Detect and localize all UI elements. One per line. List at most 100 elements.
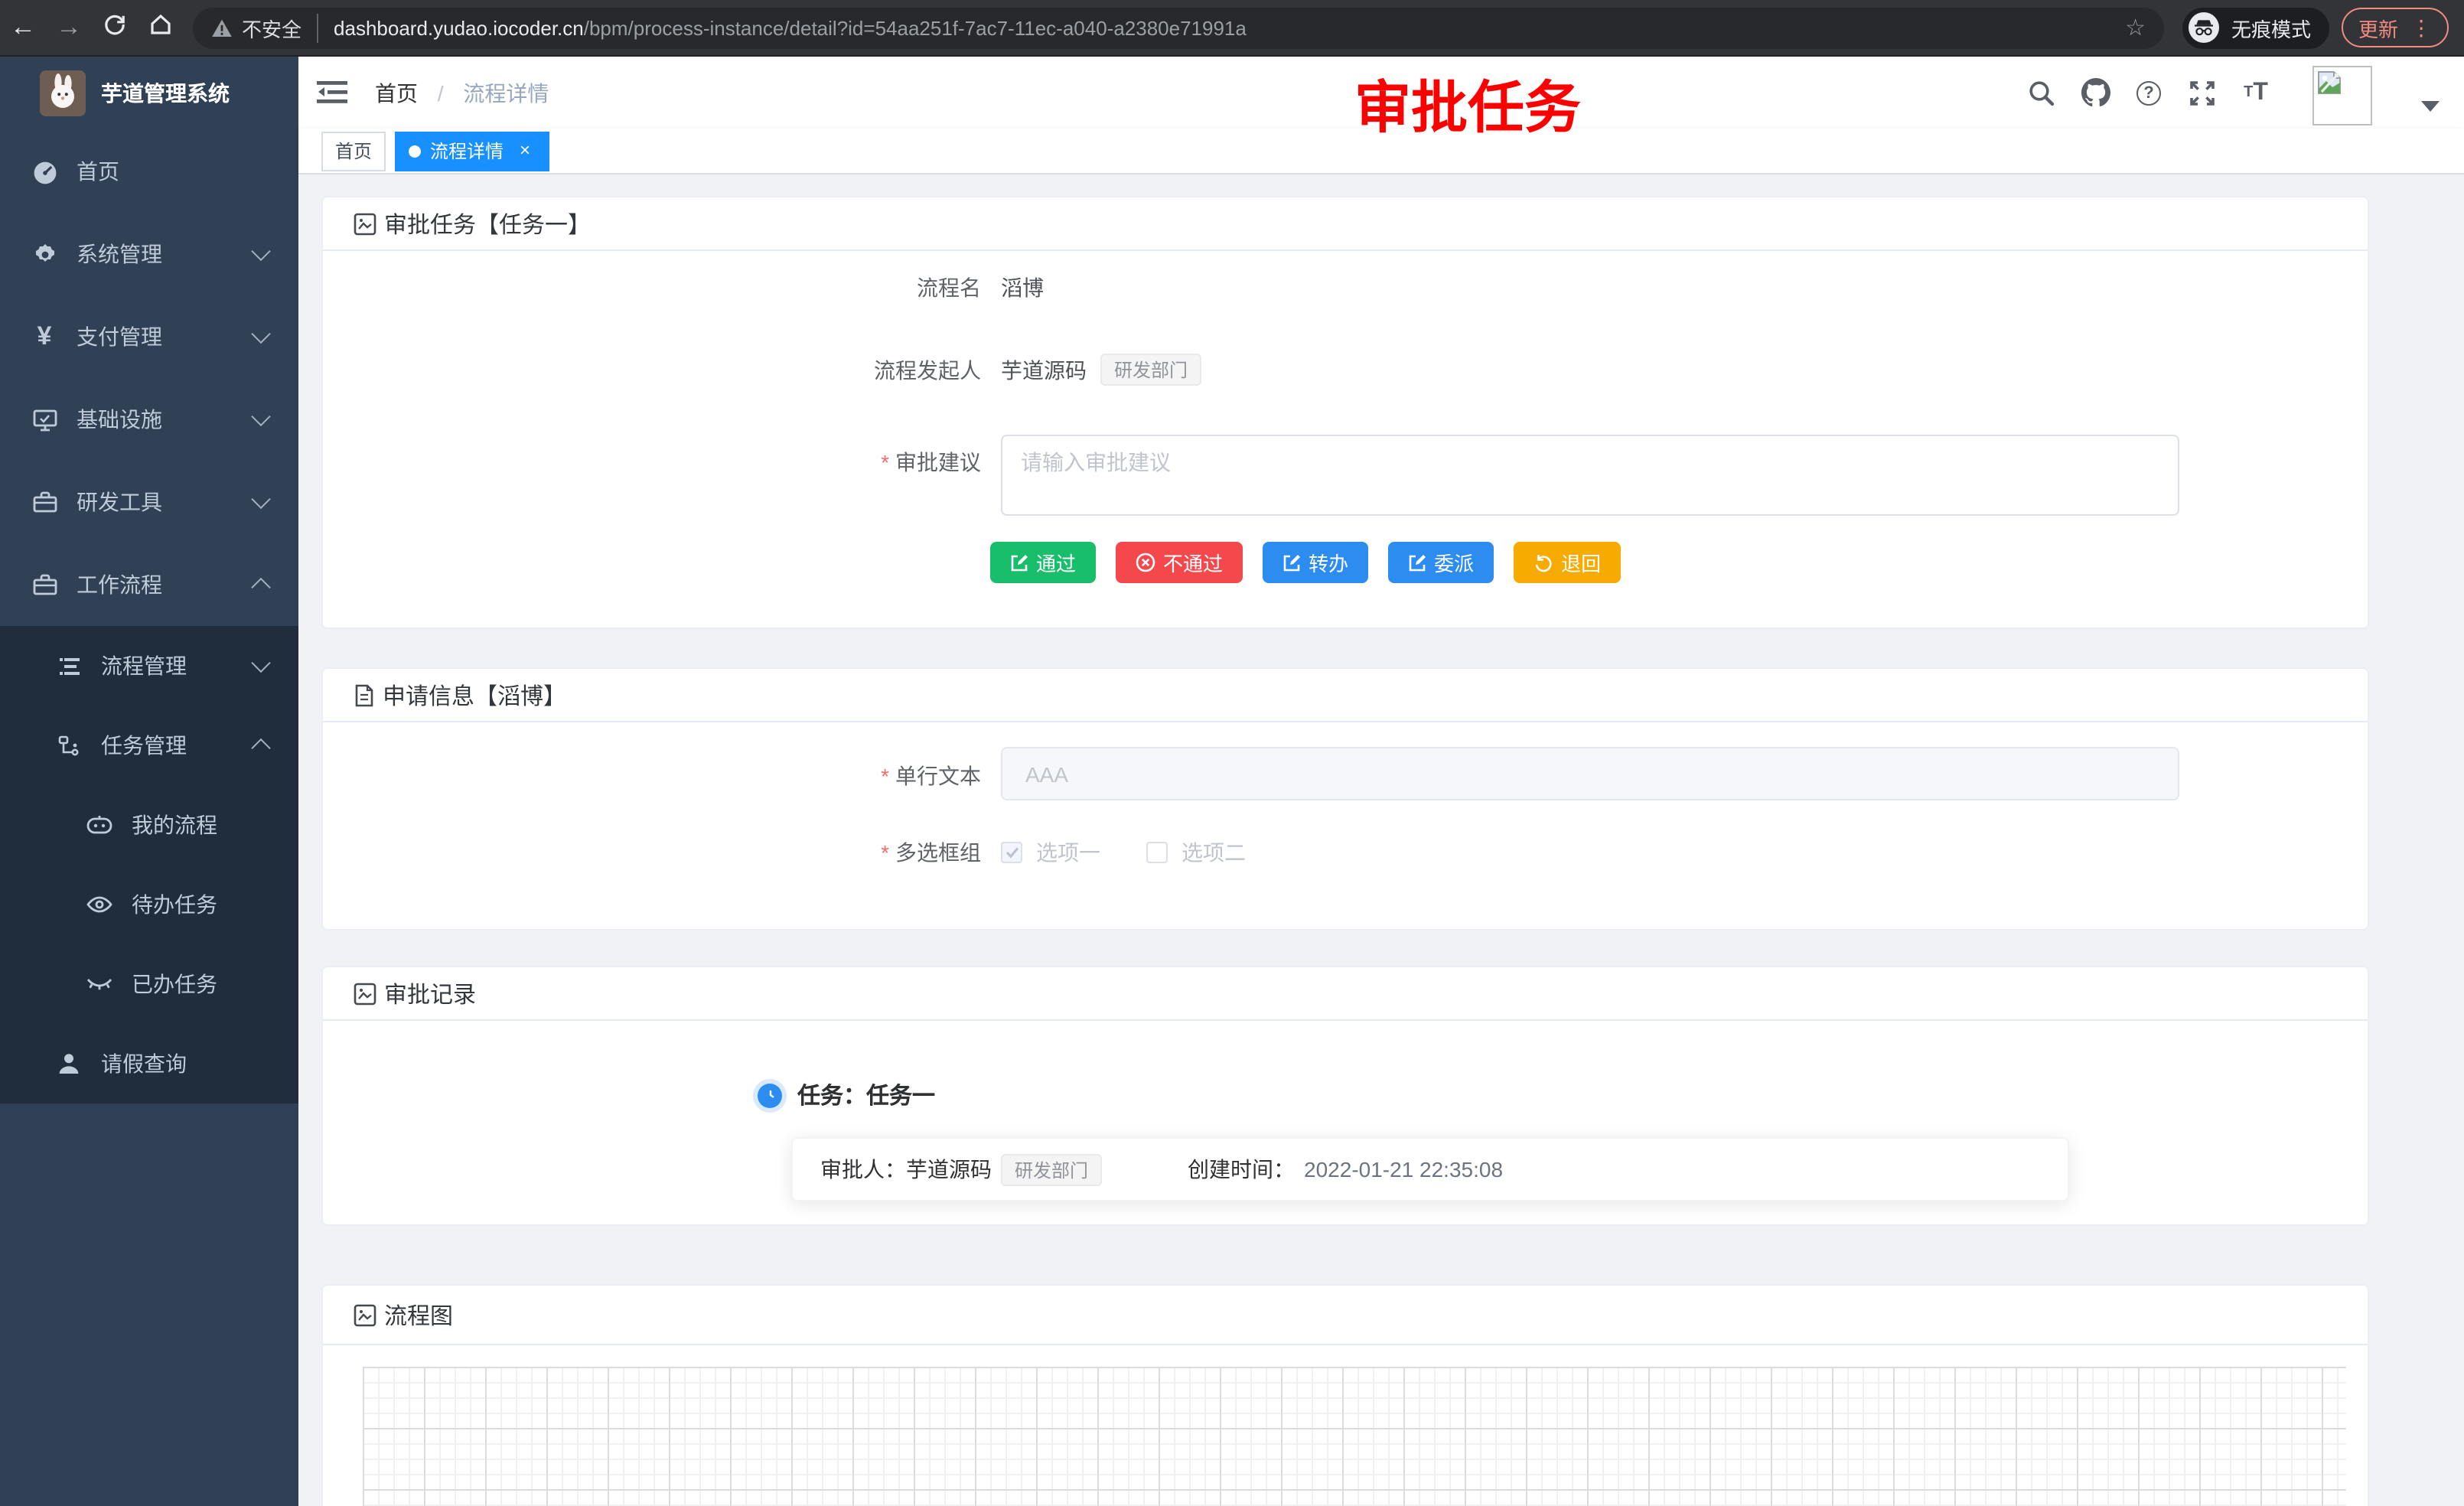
card-header: 流程图 xyxy=(323,1286,2368,1345)
checkbox-option-2[interactable]: 选项二 xyxy=(1146,837,1246,868)
workflow-submenu: 流程管理 任务管理 我的流程 待办任务 xyxy=(0,626,298,1103)
chevron-down-icon xyxy=(251,324,270,344)
sidebar-item-process-mgmt[interactable]: 流程管理 xyxy=(0,626,298,706)
assignee-label: 审批人： xyxy=(820,1154,906,1185)
sidebar-item-task-mgmt[interactable]: 任务管理 xyxy=(0,706,298,785)
page-content: 审批任务【任务一】 流程名 滔博 流程发起人 芋道源码 研发部门 *审批建议 xyxy=(298,174,2464,1506)
sidebar-item-workflow[interactable]: 工作流程 xyxy=(0,543,298,626)
assignee-value: 芋道源码 xyxy=(906,1154,992,1185)
undo-icon xyxy=(1533,553,1553,572)
home-icon[interactable] xyxy=(138,11,184,44)
tab-close-icon[interactable]: × xyxy=(514,140,536,161)
reject-button[interactable]: 不通过 xyxy=(1116,542,1243,583)
sidebar-logo-row[interactable]: 芋道管理系统 xyxy=(0,57,298,130)
approve-button[interactable]: 通过 xyxy=(990,542,1096,583)
sidebar-item-label: 流程管理 xyxy=(101,650,187,681)
sidebar-item-label: 待办任务 xyxy=(132,889,217,920)
chevron-down-icon xyxy=(251,654,270,673)
card-title: 申请信息【滔博】 xyxy=(383,679,566,711)
breadcrumb: 首页 / 流程详情 xyxy=(375,77,549,108)
checkbox-label: 选项一 xyxy=(1036,837,1100,868)
sidebar-item-infra[interactable]: 基础设施 xyxy=(0,378,298,461)
sidebar-item-payment[interactable]: ¥ 支付管理 xyxy=(0,295,298,378)
search-icon[interactable] xyxy=(2026,77,2057,108)
github-icon[interactable] xyxy=(2080,77,2110,108)
checkbox-label: 选项二 xyxy=(1181,837,1246,868)
edit-icon xyxy=(1408,553,1426,572)
button-label: 转办 xyxy=(1309,548,1348,577)
sidebar-item-label: 系统管理 xyxy=(77,239,162,269)
edit-icon xyxy=(1283,553,1301,572)
dashboard-icon xyxy=(31,158,58,185)
picture-icon xyxy=(354,982,376,1005)
forward-icon[interactable]: → xyxy=(46,12,92,43)
chevron-down-icon xyxy=(251,242,270,261)
app-header: 首页 / 流程详情 审批任务 ? TT xyxy=(298,57,2464,129)
avatar-caret-icon[interactable] xyxy=(2421,101,2440,112)
transfer-button[interactable]: 转办 xyxy=(1263,542,1368,583)
sidebar-item-leave-query[interactable]: 请假查询 xyxy=(0,1024,298,1103)
address-bar[interactable]: 不安全 dashboard.yudao.iocoder.cn/bpm/proce… xyxy=(193,7,2164,48)
update-label: 更新 xyxy=(2358,13,2398,42)
checkbox-group-label: 多选框组 xyxy=(895,840,981,865)
app-title: 芋道管理系统 xyxy=(101,78,230,109)
reload-icon[interactable] xyxy=(92,11,138,44)
sidebar-item-label: 基础设施 xyxy=(77,404,162,435)
suggestion-label: 审批建议 xyxy=(895,450,981,474)
tab-process-detail[interactable]: 流程详情 × xyxy=(395,131,549,171)
picture-icon xyxy=(354,212,376,235)
bpmn-canvas[interactable] xyxy=(363,1367,2346,1506)
back-icon[interactable]: ← xyxy=(0,12,46,43)
process-name-value: 滔博 xyxy=(1001,272,1044,303)
card-header: 申请信息【滔博】 xyxy=(323,669,2368,722)
sidebar-fold-icon[interactable] xyxy=(317,80,347,106)
update-button[interactable]: 更新 ⋮ xyxy=(2342,8,2449,47)
annotation-text: 审批任务 xyxy=(1354,61,1581,144)
required-asterisk: * xyxy=(881,450,889,474)
url-path: /bpm/process-instance/detail?id=54aa251f… xyxy=(584,16,1247,39)
page: ← → 不安全 dashboard.yudao.iocoder.cn/bpm/p… xyxy=(0,0,2464,1506)
broken-image-icon xyxy=(2317,70,2342,95)
help-icon[interactable]: ? xyxy=(2133,77,2164,108)
button-label: 通过 xyxy=(1036,548,1076,577)
sidebar-item-label: 请假查询 xyxy=(101,1048,187,1079)
checkbox-checked-icon xyxy=(1001,842,1022,863)
assignee-dept-tag: 研发部门 xyxy=(1001,1153,1102,1185)
delegate-button[interactable]: 委派 xyxy=(1388,542,1494,583)
suggestion-label-wrap: *审批建议 xyxy=(323,435,981,478)
avatar[interactable] xyxy=(2312,66,2372,126)
sidebar-item-label: 首页 xyxy=(77,156,119,187)
browser-menu-icon[interactable]: ⋮ xyxy=(2410,15,2432,41)
sidebar-item-label: 已办任务 xyxy=(132,969,217,999)
font-size-icon[interactable]: TT xyxy=(2241,77,2271,108)
fullscreen-icon[interactable] xyxy=(2187,77,2218,108)
tab-home[interactable]: 首页 xyxy=(321,131,386,171)
monitor-icon xyxy=(31,406,58,433)
gear-icon xyxy=(31,240,58,268)
active-tab-dot xyxy=(409,145,421,157)
task-title: 任务：任务一 xyxy=(797,1079,935,1111)
approval-task-card: 审批任务【任务一】 流程名 滔博 流程发起人 芋道源码 研发部门 *审批建议 xyxy=(321,196,2369,629)
checkbox-option-1[interactable]: 选项一 xyxy=(1001,837,1100,868)
url-domain: dashboard.yudao.iocoder.cn xyxy=(334,16,584,39)
sidebar: 芋道管理系统 首页 系统管理 ¥ 支付管理 基础设施 xyxy=(0,57,298,1506)
bookmark-star-icon[interactable]: ☆ xyxy=(2125,14,2146,41)
url-text[interactable]: dashboard.yudao.iocoder.cn/bpm/process-i… xyxy=(334,16,2119,39)
sidebar-item-todo-tasks[interactable]: 待办任务 xyxy=(0,865,298,944)
sidebar-item-label: 工作流程 xyxy=(77,569,162,600)
security-label[interactable]: 不安全 xyxy=(242,13,318,42)
sidebar-item-system[interactable]: 系统管理 xyxy=(0,213,298,295)
single-line-input[interactable] xyxy=(1001,747,2179,800)
sidebar-item-home[interactable]: 首页 xyxy=(0,130,298,213)
checkbox-group-label-wrap: *多选框组 xyxy=(323,837,981,868)
suggestion-textarea[interactable] xyxy=(1001,435,2179,516)
required-asterisk: * xyxy=(881,764,889,788)
not-secure-warning-icon[interactable] xyxy=(211,18,233,37)
sidebar-item-done-tasks[interactable]: 已办任务 xyxy=(0,944,298,1024)
breadcrumb-home[interactable]: 首页 xyxy=(375,80,418,105)
initiator-dept-tag: 研发部门 xyxy=(1100,354,1201,386)
app-logo xyxy=(40,70,86,116)
sidebar-item-devtools[interactable]: 研发工具 xyxy=(0,461,298,543)
sidebar-item-my-process[interactable]: 我的流程 xyxy=(0,785,298,865)
return-button[interactable]: 退回 xyxy=(1514,542,1621,583)
